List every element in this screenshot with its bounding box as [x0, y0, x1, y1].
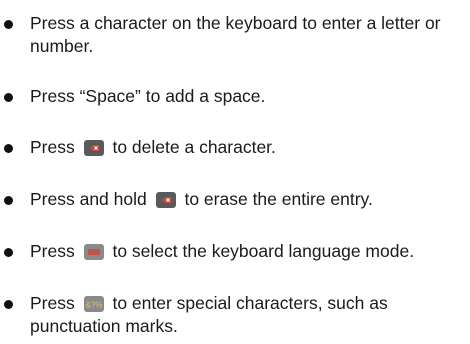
item-text: Press to delete a character. — [30, 136, 466, 159]
item-text: Press and hold to erase the entire entry… — [30, 188, 466, 211]
symbols-key-icon: &?% — [83, 296, 104, 312]
bullet-icon — [4, 300, 13, 309]
item-text-post: to select the keyboard language mode. — [107, 241, 415, 261]
bullet-icon — [4, 93, 13, 102]
item-text: Press &?% to enter special characters, s… — [30, 292, 466, 338]
item-text-pre: Press and hold — [30, 189, 152, 209]
language-key-icon — [83, 244, 104, 260]
item-text-pre: Press — [30, 241, 80, 261]
bullet-icon — [4, 248, 13, 257]
backspace-key-icon — [83, 140, 104, 156]
item-text-post: to delete a character. — [107, 137, 276, 157]
item-text: Press a character on the keyboard to ent… — [30, 13, 441, 56]
item-text: Press “Space” to add a space. — [30, 86, 266, 106]
symbols-key-label: &?% — [85, 301, 102, 310]
item-text: Press to select the keyboard language mo… — [30, 240, 466, 263]
item-text-pre: Press — [30, 137, 80, 157]
backspace-key-icon — [155, 192, 176, 208]
bullet-icon — [4, 196, 13, 205]
bullet-icon — [4, 144, 13, 153]
item-text-post: to erase the entire entry. — [179, 189, 373, 209]
bullet-icon — [4, 20, 13, 29]
item-text-pre: Press — [30, 293, 80, 313]
